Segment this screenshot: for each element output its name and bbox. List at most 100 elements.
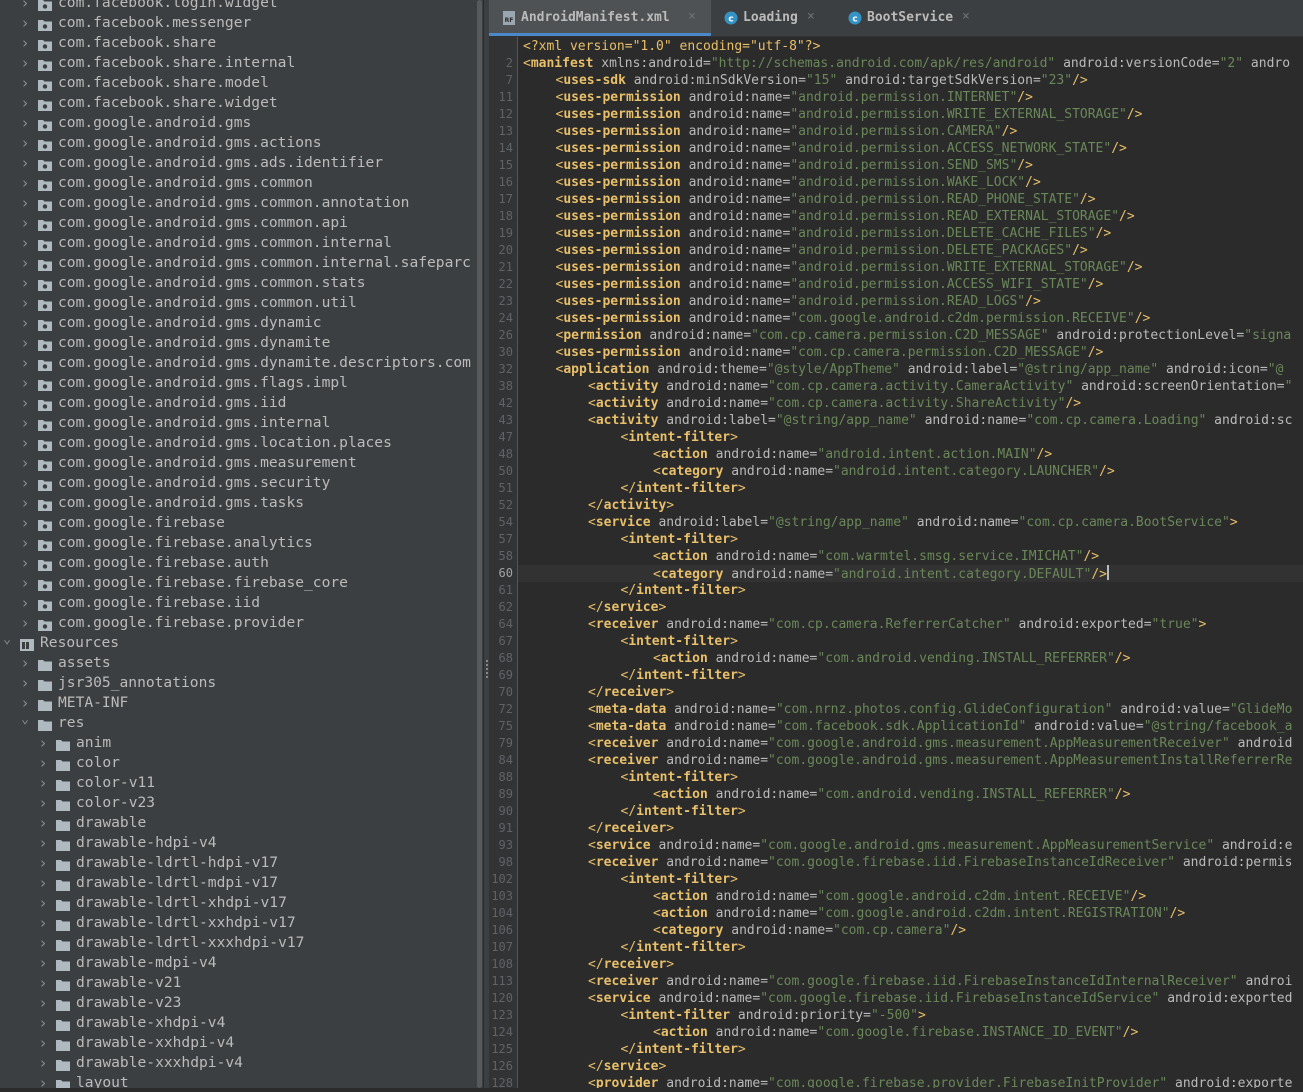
code-line[interactable]: <receiver android:name="com.google.fireb… bbox=[588, 854, 1292, 871]
tree-item[interactable]: › com.google.android.gms.common.internal bbox=[0, 233, 476, 253]
tree-item[interactable]: › drawable-ldrtl-hdpi-v17 bbox=[0, 853, 476, 873]
tree-item[interactable]: › com.facebook.login.widget bbox=[0, 0, 476, 13]
tree-item[interactable]: › com.google.android.gms.common.util bbox=[0, 293, 476, 313]
code-line[interactable]: <action android:name="com.google.firebas… bbox=[653, 1024, 1138, 1041]
chevron-right-icon[interactable]: › bbox=[38, 1013, 48, 1033]
chevron-right-icon[interactable]: › bbox=[20, 493, 30, 513]
tree-item[interactable]: › drawable bbox=[0, 813, 476, 833]
code-line[interactable]: <meta-data android:name="com.nrnz.photos… bbox=[588, 701, 1292, 718]
tree-item[interactable]: › com.google.android.gms.dynamite.descrip… bbox=[0, 353, 476, 373]
code-line[interactable]: </activity> bbox=[588, 497, 674, 514]
chevron-right-icon[interactable]: › bbox=[20, 293, 30, 313]
tree-item[interactable]: › drawable-hdpi-v4 bbox=[0, 833, 476, 853]
code-editor[interactable]: RF AndroidManifest.xml × c Loading × c BootServ… bbox=[489, 0, 1303, 1090]
tree-item[interactable]: › com.google.android.gms bbox=[0, 113, 476, 133]
code-line[interactable]: <uses-permission android:name="android.p… bbox=[556, 276, 1104, 293]
close-icon[interactable]: × bbox=[688, 9, 696, 24]
code-line[interactable]: </service> bbox=[588, 599, 666, 616]
chevron-right-icon[interactable]: › bbox=[20, 133, 30, 153]
chevron-right-icon[interactable]: › bbox=[20, 0, 30, 13]
tree-scrollbar[interactable] bbox=[476, 0, 483, 1088]
code-line[interactable]: </intent-filter> bbox=[621, 667, 746, 684]
chevron-right-icon[interactable]: › bbox=[20, 353, 30, 373]
chevron-right-icon[interactable]: › bbox=[20, 373, 30, 393]
chevron-right-icon[interactable]: › bbox=[38, 773, 48, 793]
tree-item[interactable]: › color bbox=[0, 753, 476, 773]
tree-item[interactable]: › assets bbox=[0, 653, 476, 673]
code-line[interactable]: </intent-filter> bbox=[621, 480, 746, 497]
chevron-right-icon[interactable]: › bbox=[38, 993, 48, 1013]
chevron-right-icon[interactable]: › bbox=[20, 473, 30, 493]
chevron-right-icon[interactable]: › bbox=[38, 1033, 48, 1053]
tree-item[interactable]: › drawable-v23 bbox=[0, 993, 476, 1013]
chevron-right-icon[interactable]: › bbox=[20, 153, 30, 173]
code-line[interactable]: <uses-permission android:name="android.p… bbox=[556, 140, 1127, 157]
chevron-right-icon[interactable]: › bbox=[20, 233, 30, 253]
chevron-right-icon[interactable]: › bbox=[20, 193, 30, 213]
close-icon[interactable]: × bbox=[962, 9, 970, 24]
code-line[interactable]: <category android:name="com.cp.camera"/> bbox=[653, 922, 966, 939]
chevron-right-icon[interactable]: › bbox=[20, 673, 30, 693]
code-line[interactable]: <intent-filter> bbox=[621, 429, 738, 446]
code-line[interactable]: </receiver> bbox=[588, 956, 674, 973]
tab-androidmanifest-xml[interactable]: RF AndroidManifest.xml × bbox=[489, 0, 711, 36]
code-line[interactable]: </receiver> bbox=[588, 820, 674, 837]
code-line[interactable]: <intent-filter android:priority="-500"> bbox=[621, 1007, 926, 1024]
code-line[interactable]: <action android:name="com.warmtel.smsg.s… bbox=[653, 548, 1099, 565]
chevron-right-icon[interactable]: › bbox=[20, 553, 30, 573]
tree-item[interactable]: › com.facebook.share.model bbox=[0, 73, 476, 93]
tree-item[interactable]: › com.google.firebase.firebase_core bbox=[0, 573, 476, 593]
code-line[interactable]: <uses-permission android:name="android.p… bbox=[556, 242, 1088, 259]
code-line[interactable]: <intent-filter> bbox=[621, 531, 738, 548]
tree-item[interactable]: › color-v11 bbox=[0, 773, 476, 793]
code-line[interactable]: <intent-filter> bbox=[621, 769, 738, 786]
code-line[interactable]: <uses-permission android:name="android.p… bbox=[556, 259, 1143, 276]
code-line[interactable]: </intent-filter> bbox=[621, 803, 746, 820]
chevron-right-icon[interactable]: › bbox=[38, 733, 48, 753]
code-line[interactable]: <uses-permission android:name="android.p… bbox=[556, 191, 1096, 208]
chevron-down-icon[interactable]: ⌄ bbox=[2, 633, 12, 650]
tree-item[interactable]: › drawable-ldrtl-mdpi-v17 bbox=[0, 873, 476, 893]
tree-item[interactable]: › com.google.android.gms.common.internal.… bbox=[0, 253, 476, 273]
tree-item[interactable]: › drawable-v21 bbox=[0, 973, 476, 993]
tree-item[interactable]: › com.google.android.gms.flags.impl bbox=[0, 373, 476, 393]
code-line[interactable]: <uses-permission android:name="android.p… bbox=[556, 293, 1041, 310]
code-line[interactable]: <service android:name="com.google.androi… bbox=[588, 837, 1292, 854]
tree-item[interactable]: ⌄ res bbox=[0, 713, 476, 733]
chevron-right-icon[interactable]: › bbox=[38, 833, 48, 853]
chevron-right-icon[interactable]: › bbox=[20, 693, 30, 713]
code-line[interactable]: <activity android:name="com.cp.camera.ac… bbox=[588, 395, 1081, 412]
chevron-right-icon[interactable]: › bbox=[20, 13, 30, 33]
code-line[interactable]: </receiver> bbox=[588, 684, 674, 701]
code-line[interactable]: <uses-permission android:name="android.p… bbox=[556, 89, 1033, 106]
tree-item[interactable]: › drawable-ldrtl-xxhdpi-v17 bbox=[0, 913, 476, 933]
tree-item[interactable]: › com.facebook.messenger bbox=[0, 13, 476, 33]
tree-item[interactable]: › com.google.android.gms.location.places bbox=[0, 433, 476, 453]
code-line[interactable]: <uses-permission android:name="android.p… bbox=[556, 208, 1135, 225]
code-line[interactable]: <manifest xmlns:android="http://schemas.… bbox=[523, 55, 1290, 72]
code-line[interactable]: <action android:name="android.intent.act… bbox=[653, 446, 1052, 463]
chevron-right-icon[interactable]: › bbox=[38, 913, 48, 933]
chevron-right-icon[interactable]: › bbox=[20, 513, 30, 533]
code-line[interactable]: <action android:name="com.google.android… bbox=[653, 905, 1185, 922]
code-line[interactable]: </intent-filter> bbox=[621, 1041, 746, 1058]
tree-item[interactable]: › drawable-xxhdpi-v4 bbox=[0, 1033, 476, 1053]
chevron-right-icon[interactable]: › bbox=[38, 1073, 48, 1088]
chevron-right-icon[interactable]: › bbox=[20, 593, 30, 613]
chevron-down-icon[interactable]: ⌄ bbox=[20, 713, 30, 730]
code-line[interactable]: <action android:name="com.android.vendin… bbox=[653, 786, 1130, 803]
tree-scrollbar-thumb[interactable] bbox=[477, 0, 482, 1088]
chevron-right-icon[interactable]: › bbox=[20, 53, 30, 73]
chevron-right-icon[interactable]: › bbox=[20, 93, 30, 113]
chevron-right-icon[interactable]: › bbox=[20, 413, 30, 433]
code-line[interactable]: <permission android:name="com.cp.camera.… bbox=[556, 327, 1292, 344]
tree-item[interactable]: › com.google.firebase.provider bbox=[0, 613, 476, 633]
tree-item[interactable]: › com.google.firebase.iid bbox=[0, 593, 476, 613]
tree-item[interactable]: › com.google.android.gms.ads.identifier bbox=[0, 153, 476, 173]
chevron-right-icon[interactable]: › bbox=[20, 173, 30, 193]
code-line[interactable]: <intent-filter> bbox=[621, 871, 738, 888]
chevron-right-icon[interactable]: › bbox=[20, 273, 30, 293]
chevron-right-icon[interactable]: › bbox=[20, 73, 30, 93]
tree-item[interactable]: › anim bbox=[0, 733, 476, 753]
chevron-right-icon[interactable]: › bbox=[38, 853, 48, 873]
